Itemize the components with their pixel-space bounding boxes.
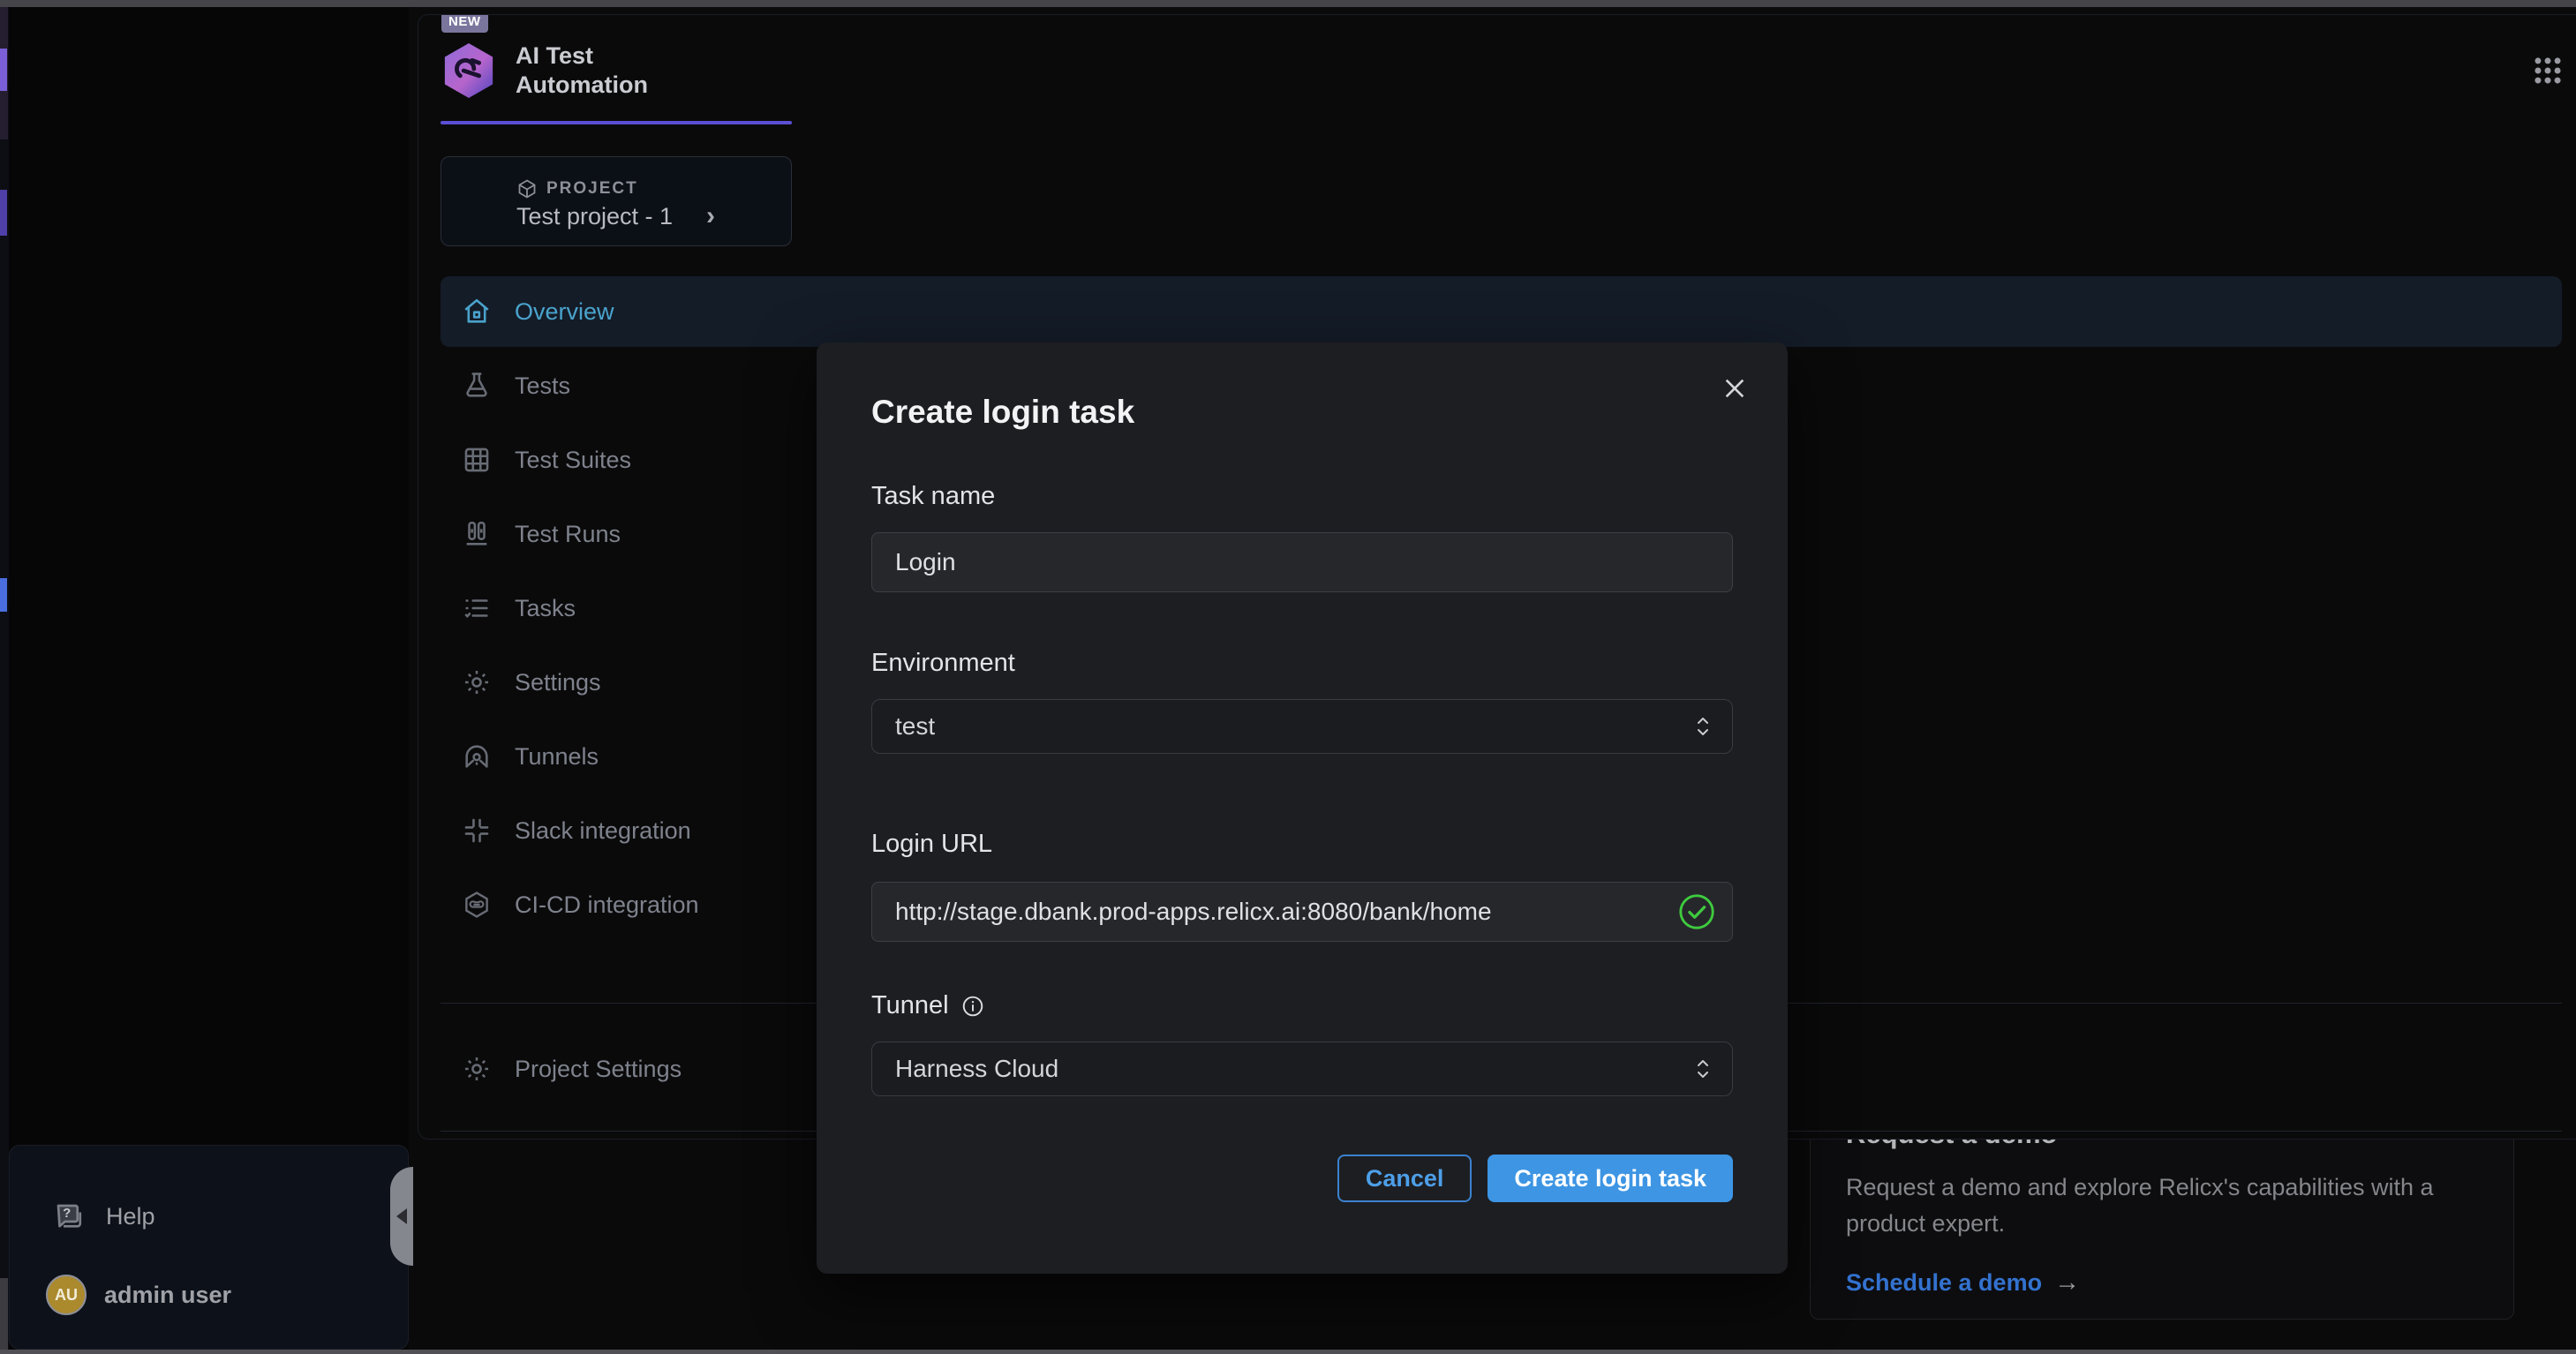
cancel-button[interactable]: Cancel [1337, 1155, 1473, 1202]
login-url-field [871, 882, 1733, 942]
close-icon[interactable] [1717, 371, 1752, 406]
flask-icon [462, 371, 492, 401]
modal-title: Create login task [871, 394, 1733, 431]
window-top-edge [0, 0, 2576, 7]
app-switcher-icon[interactable] [2531, 54, 2565, 87]
cicd-icon [462, 890, 492, 920]
arrow-right-icon: → [2054, 1268, 2080, 1298]
slack-icon [462, 816, 492, 846]
login-url-input[interactable] [872, 883, 1677, 941]
accent-underline [441, 121, 792, 124]
sidebar-item-help[interactable]: ? Help [32, 1181, 386, 1252]
sidebar-item-overview[interactable]: Overview [441, 276, 2562, 347]
tunnel-select[interactable]: Harness Cloud [871, 1042, 1733, 1096]
project-label: PROJECT [546, 179, 638, 199]
sliver [0, 49, 7, 91]
user-menu[interactable]: AU admin user [32, 1275, 386, 1315]
url-valid-check-icon [1677, 892, 1716, 931]
sidebar-collapse-handle[interactable] [390, 1167, 413, 1266]
relicx-logo [441, 41, 496, 100]
list-icon [462, 593, 492, 623]
background-window-sliver [0, 7, 9, 1350]
grid-icon [462, 445, 492, 475]
select-chevrons-icon [1695, 1055, 1711, 1083]
info-icon[interactable] [961, 995, 984, 1018]
modal-actions: Cancel Create login task [871, 1155, 1733, 1202]
sliver [0, 1278, 8, 1350]
login-url-label: Login URL [871, 830, 1733, 859]
new-badge: NEW [441, 14, 488, 33]
schedule-demo-link[interactable]: Schedule a demo → [1846, 1268, 2478, 1298]
tunnel-icon [462, 741, 492, 771]
sidebar-bottom-panel: ? Help AU admin user [9, 1145, 409, 1350]
help-chat-icon: ? [53, 1200, 85, 1232]
cube-icon [516, 178, 538, 199]
home-icon [462, 297, 492, 327]
demo-description: Request a demo and explore Relicx's capa… [1846, 1170, 2446, 1242]
gear-icon [462, 667, 492, 697]
gear-icon [462, 1054, 492, 1084]
window-bottom-edge [0, 1350, 2576, 1354]
sidebar: NEW AI Test Automation [9, 7, 409, 1350]
app-header: AI Test Automation [441, 41, 2565, 100]
project-selector[interactable]: PROJECT Test project - 1 › [441, 156, 792, 246]
tunnel-label: Tunnel [871, 991, 1733, 1020]
sliver [0, 578, 7, 612]
environment-label: Environment [871, 649, 1733, 678]
columns-icon [462, 519, 492, 549]
project-name: Test project - 1 [516, 203, 673, 230]
avatar: AU [46, 1275, 87, 1315]
collapse-arrow-icon [396, 1208, 407, 1224]
sliver [0, 190, 7, 236]
task-name-input[interactable] [871, 532, 1733, 592]
create-login-task-modal: Create login task Task name Environment … [817, 342, 1788, 1274]
task-name-label: Task name [871, 482, 1733, 511]
create-login-task-button[interactable]: Create login task [1488, 1155, 1733, 1202]
app-title: AI Test Automation [516, 41, 648, 100]
chevron-right-icon: › [706, 201, 715, 231]
user-name: admin user [104, 1282, 231, 1309]
svg-text:?: ? [63, 1206, 71, 1221]
environment-select[interactable]: test [871, 699, 1733, 754]
select-chevrons-icon [1695, 712, 1711, 741]
